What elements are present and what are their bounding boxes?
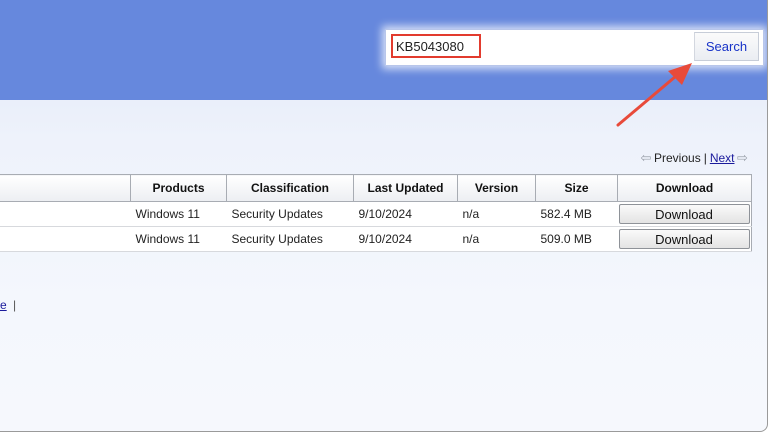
cell-products: Windows 11 [130,226,227,252]
column-header-classification[interactable]: Classification [226,174,354,202]
browser-page: Search ⇦ Previous | Next ⇨ Products Clas… [0,0,768,432]
cell-title [0,226,131,252]
column-header-version[interactable]: Version [457,174,536,202]
cell-last-updated: 9/10/2024 [353,226,458,252]
table-row: Windows 11 Security Updates 9/10/2024 n/… [0,226,752,252]
column-header-last-updated[interactable]: Last Updated [353,174,458,202]
cell-version: n/a [457,226,536,252]
download-button[interactable]: Download [618,204,750,224]
column-header-download: Download [617,174,752,202]
previous-arrow-icon[interactable]: ⇦ [638,150,654,166]
next-arrow-icon[interactable]: ⇨ [735,150,751,166]
cell-download: Download [617,226,752,252]
cell-classification: Security Updates [226,201,354,227]
download-button[interactable]: Download [618,229,750,249]
results-table: Products Classification Last Updated Ver… [0,174,752,252]
next-link[interactable]: Next [710,151,735,165]
cell-size: 509.0 MB [535,226,618,252]
cell-last-updated: 9/10/2024 [353,201,458,227]
table-row: Windows 11 Security Updates 9/10/2024 n/… [0,201,752,227]
column-header-size[interactable]: Size [535,174,618,202]
cell-products: Windows 11 [130,201,227,227]
column-header-title [0,174,131,202]
column-header-products[interactable]: Products [130,174,227,202]
footer-separator: | [13,298,17,312]
search-input[interactable] [391,34,481,58]
cell-download: Download [617,201,752,227]
cell-size: 582.4 MB [535,201,618,227]
cell-version: n/a [457,201,536,227]
cell-title [0,201,131,227]
footer-link[interactable]: e [0,298,7,312]
previous-link[interactable]: Previous [654,151,701,165]
table-header-row: Products Classification Last Updated Ver… [0,174,752,202]
pager: ⇦ Previous | Next ⇨ [638,150,751,166]
cell-classification: Security Updates [226,226,354,252]
annotation-arrow-icon [616,63,692,127]
pager-separator: | [703,151,707,165]
